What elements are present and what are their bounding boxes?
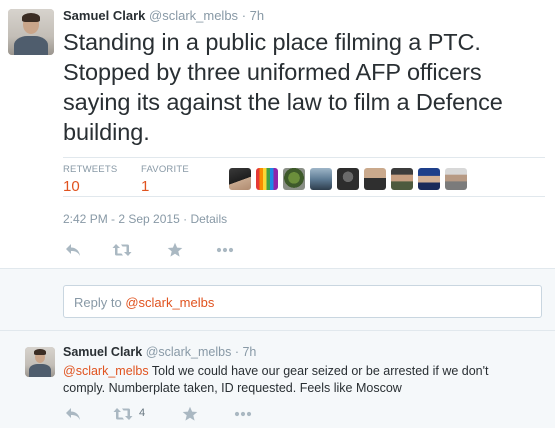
favorites-label: FAVORITE <box>141 164 189 175</box>
favorites-count: 1 <box>141 178 150 195</box>
retweets-count: 10 <box>63 178 80 195</box>
reply-button[interactable] <box>63 404 83 424</box>
main-tweet: Samuel Clark @sclark_melbs · 7h Standing… <box>0 0 555 268</box>
user-avatar-icon[interactable] <box>418 168 440 190</box>
reply-placeholder-mention: @sclark_melbs <box>125 295 215 310</box>
user-avatar-icon[interactable] <box>364 168 386 190</box>
retweets-label: RETWEETS <box>63 164 118 175</box>
tweet-time[interactable]: 7h <box>242 345 256 359</box>
tweet-header: Samuel Clark @sclark_melbs · 7h <box>63 345 256 359</box>
more-dots-icon <box>216 247 234 253</box>
retweet-count: 4 <box>139 407 146 419</box>
user-avatar-icon[interactable] <box>391 168 413 190</box>
separator: · <box>234 345 239 359</box>
tweet-header: Samuel Clark @sclark_melbs · 7h <box>63 8 264 23</box>
reply-button[interactable] <box>63 240 83 260</box>
more-dots-icon <box>234 411 252 417</box>
separator: · <box>241 8 247 23</box>
user-avatar[interactable] <box>25 347 55 377</box>
star-icon <box>182 406 198 421</box>
star-icon <box>167 242 183 257</box>
more-button[interactable] <box>233 404 253 424</box>
tweet-meta: 2:42 PM - 2 Sep 2015 · Details <box>63 212 227 226</box>
user-avatar-icon[interactable] <box>445 168 467 190</box>
plant-avatar-icon[interactable] <box>283 168 305 190</box>
reply-placeholder-prefix: Reply to <box>74 295 126 310</box>
user-avatar-icon[interactable] <box>229 168 251 190</box>
mention-link[interactable]: @sclark_melbs <box>63 364 149 378</box>
user-fullname[interactable]: Samuel Clark <box>63 345 142 359</box>
reply-icon <box>66 244 80 256</box>
reply-input[interactable]: Reply to @sclark_melbs <box>63 285 542 318</box>
separator: · <box>183 212 188 226</box>
tweet-time[interactable]: 7h <box>250 8 264 23</box>
favorite-button[interactable] <box>165 240 185 260</box>
user-fullname[interactable]: Samuel Clark <box>63 8 145 23</box>
details-link[interactable]: Details <box>190 212 227 226</box>
favorites-stat[interactable]: FAVORITE 1 <box>141 164 189 195</box>
more-button[interactable] <box>215 240 235 260</box>
tweet-text: @sclark_melbs Told we could have our gea… <box>63 363 533 397</box>
retweet-icon <box>113 408 133 420</box>
dark-avatar-icon[interactable] <box>337 168 359 190</box>
rainbow-flag-avatar-icon[interactable] <box>256 168 278 190</box>
reply-icon <box>66 408 80 420</box>
tweet-text: Standing in a public place filming a PTC… <box>63 29 503 145</box>
user-avatar[interactable] <box>8 9 54 55</box>
retweet-icon <box>112 244 132 256</box>
retweets-stat[interactable]: RETWEETS 10 <box>63 164 117 195</box>
user-handle[interactable]: @sclark_melbs <box>149 8 238 23</box>
user-handle[interactable]: @sclark_melbs <box>146 345 232 359</box>
retweet-button[interactable] <box>113 404 133 424</box>
reply-area: Reply to @sclark_melbs <box>0 268 555 331</box>
retweet-button[interactable] <box>112 240 132 260</box>
tweet-timestamp[interactable]: 2:42 PM - 2 Sep 2015 <box>63 212 180 226</box>
tweet-stats: RETWEETS 10 FAVORITE 1 <box>63 157 545 197</box>
reply-tweet[interactable]: Samuel Clark @sclark_melbs · 7h @sclark_… <box>0 331 555 428</box>
user-avatar-icon[interactable] <box>310 168 332 190</box>
favorite-button[interactable] <box>180 404 200 424</box>
